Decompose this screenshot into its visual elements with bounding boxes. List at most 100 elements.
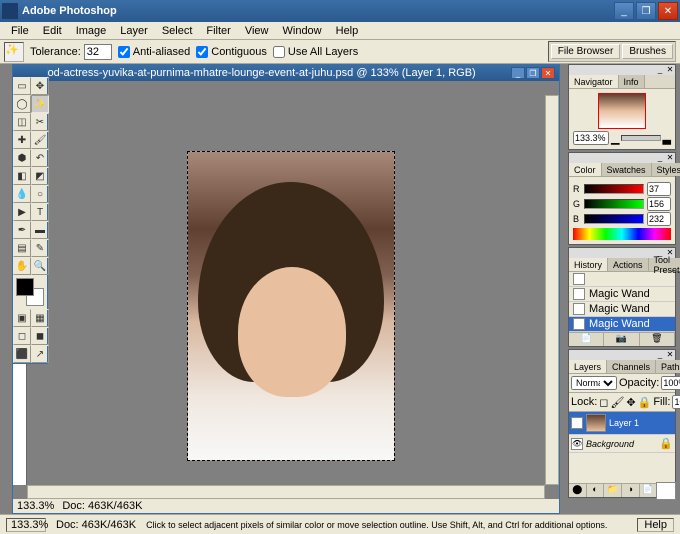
screen-mode-standard[interactable]: ◻ bbox=[13, 327, 31, 345]
navigator-tab[interactable]: Navigator bbox=[569, 75, 619, 88]
crop-tool[interactable]: ◫ bbox=[13, 113, 31, 131]
r-slider[interactable] bbox=[584, 184, 644, 194]
eraser-tool[interactable]: ◧ bbox=[13, 167, 31, 185]
b-input[interactable] bbox=[647, 212, 671, 226]
foreground-color[interactable] bbox=[16, 278, 34, 296]
panel-minimize-icon[interactable]: _ bbox=[655, 153, 665, 163]
new-document-icon[interactable]: 📄 bbox=[569, 333, 604, 346]
paths-tab[interactable]: Paths bbox=[656, 360, 680, 373]
panel-close-icon[interactable]: ✕ bbox=[665, 350, 675, 360]
navigator-thumbnail[interactable] bbox=[598, 93, 646, 129]
g-slider[interactable] bbox=[584, 199, 644, 209]
new-layer-icon[interactable]: 📄 bbox=[640, 484, 658, 497]
adjustment-layer-icon[interactable]: ◑ bbox=[622, 484, 640, 497]
layer-thumbnail[interactable] bbox=[586, 414, 606, 432]
menu-layer[interactable]: Layer bbox=[113, 24, 155, 38]
brush-tool[interactable]: 🖌 bbox=[31, 131, 49, 149]
hand-tool[interactable]: ✋ bbox=[13, 257, 31, 275]
zoom-in-icon[interactable]: ▃ bbox=[663, 132, 671, 145]
blend-mode-select[interactable]: Normal bbox=[571, 376, 617, 390]
antialiased-check[interactable]: Anti-aliased bbox=[118, 46, 190, 58]
menu-window[interactable]: Window bbox=[276, 24, 329, 38]
doc-minimize-button[interactable]: _ bbox=[511, 67, 525, 79]
layer-mask-icon[interactable]: ◐ bbox=[587, 484, 605, 497]
g-input[interactable] bbox=[647, 197, 671, 211]
clone-stamp-tool[interactable]: ⬢ bbox=[13, 149, 31, 167]
new-snapshot-icon[interactable]: 📷 bbox=[604, 333, 639, 346]
menu-help[interactable]: Help bbox=[329, 24, 366, 38]
eyedropper-tool[interactable]: ✎ bbox=[31, 239, 49, 257]
contiguous-check[interactable]: Contiguous bbox=[196, 46, 267, 58]
zoom-out-icon[interactable]: ▁ bbox=[611, 132, 619, 145]
menu-view[interactable]: View bbox=[238, 24, 276, 38]
history-item[interactable]: Magic Wand bbox=[569, 302, 675, 317]
lock-all-icon[interactable]: 🔒 bbox=[638, 396, 652, 409]
panel-minimize-icon[interactable]: _ bbox=[655, 350, 665, 360]
canvas-area[interactable] bbox=[27, 81, 545, 485]
color-spectrum[interactable] bbox=[573, 228, 671, 240]
delete-state-icon[interactable]: 🗑 bbox=[640, 333, 675, 346]
swatches-tab[interactable]: Swatches bbox=[602, 163, 652, 176]
type-tool[interactable]: T bbox=[31, 203, 49, 221]
maximize-button[interactable]: ❐ bbox=[636, 2, 656, 20]
status-zoom[interactable]: 133.3% bbox=[6, 518, 46, 532]
doc-size[interactable]: Doc: 463K/463K bbox=[62, 500, 142, 512]
screen-mode-full-menu[interactable]: ◼ bbox=[31, 327, 49, 345]
menu-image[interactable]: Image bbox=[69, 24, 114, 38]
move-tool[interactable]: ✥ bbox=[31, 77, 49, 95]
info-tab[interactable]: Info bbox=[619, 75, 645, 88]
slice-tool[interactable]: ✂ bbox=[31, 113, 49, 131]
quick-mask-mode[interactable]: ▦ bbox=[31, 309, 49, 327]
menu-file[interactable]: File bbox=[4, 24, 36, 38]
history-tab[interactable]: History bbox=[569, 258, 608, 271]
opacity-input[interactable] bbox=[661, 376, 680, 390]
doc-zoom[interactable]: 133.3% bbox=[17, 500, 54, 512]
horizontal-scrollbar[interactable] bbox=[27, 485, 545, 499]
tool-presets-tab[interactable]: Tool Presets bbox=[649, 258, 680, 271]
minimize-button[interactable]: _ bbox=[614, 2, 634, 20]
new-set-icon[interactable]: 📁 bbox=[604, 484, 622, 497]
panel-minimize-icon[interactable]: _ bbox=[655, 65, 665, 75]
layer-row[interactable]: 👁 Layer 1 bbox=[569, 412, 675, 435]
shape-tool[interactable]: ▬ bbox=[31, 221, 49, 239]
contiguous-checkbox[interactable] bbox=[196, 46, 208, 58]
panel-close-icon[interactable]: ✕ bbox=[665, 153, 675, 163]
color-swatches[interactable] bbox=[16, 278, 44, 306]
all-layers-check[interactable]: Use All Layers bbox=[273, 46, 358, 58]
marquee-tool[interactable]: ▭ bbox=[13, 77, 31, 95]
doc-maximize-button[interactable]: ❐ bbox=[526, 67, 540, 79]
document-titlebar[interactable]: ollywood-actress-yuvika-at-purnima-mhatr… bbox=[13, 65, 559, 81]
visibility-icon[interactable]: 👁 bbox=[571, 417, 583, 429]
lock-position-icon[interactable]: ✥ bbox=[626, 396, 635, 409]
r-input[interactable] bbox=[647, 182, 671, 196]
toolbox-titlebar[interactable] bbox=[13, 65, 47, 77]
doc-close-button[interactable]: ✕ bbox=[541, 67, 555, 79]
status-docsize[interactable]: Doc: 463K/463K bbox=[56, 519, 136, 531]
layer-name[interactable]: Background bbox=[586, 439, 634, 449]
layer-style-icon[interactable]: ⬤ bbox=[569, 484, 587, 497]
menu-edit[interactable]: Edit bbox=[36, 24, 69, 38]
layers-tab[interactable]: Layers bbox=[569, 360, 607, 373]
navigator-zoom-input[interactable] bbox=[573, 131, 609, 145]
antialiased-checkbox[interactable] bbox=[118, 46, 130, 58]
magic-wand-tool[interactable]: ✨ bbox=[31, 95, 49, 113]
history-item[interactable]: Magic Wand bbox=[569, 287, 675, 302]
path-selection-tool[interactable]: ▶ bbox=[13, 203, 31, 221]
blur-tool[interactable]: 💧 bbox=[13, 185, 31, 203]
lock-transparency-icon[interactable]: ◻ bbox=[599, 396, 608, 409]
vertical-scrollbar[interactable] bbox=[545, 95, 559, 485]
b-slider[interactable] bbox=[584, 214, 644, 224]
pen-tool[interactable]: ✒ bbox=[13, 221, 31, 239]
imageready-button[interactable]: ↗ bbox=[31, 345, 49, 363]
navigator-zoom-slider[interactable] bbox=[621, 135, 660, 141]
menu-select[interactable]: Select bbox=[155, 24, 200, 38]
canvas[interactable] bbox=[187, 151, 395, 461]
lock-pixels-icon[interactable]: 🖌 bbox=[610, 396, 624, 409]
tolerance-input[interactable] bbox=[84, 44, 112, 60]
panel-close-icon[interactable]: ✕ bbox=[665, 65, 675, 75]
zoom-tool[interactable]: 🔍 bbox=[31, 257, 49, 275]
layer-row[interactable]: 👁 Background 🔒 bbox=[569, 435, 675, 453]
notes-tool[interactable]: ▤ bbox=[13, 239, 31, 257]
history-brush-tool[interactable]: ↶ bbox=[31, 149, 49, 167]
menu-filter[interactable]: Filter bbox=[199, 24, 237, 38]
